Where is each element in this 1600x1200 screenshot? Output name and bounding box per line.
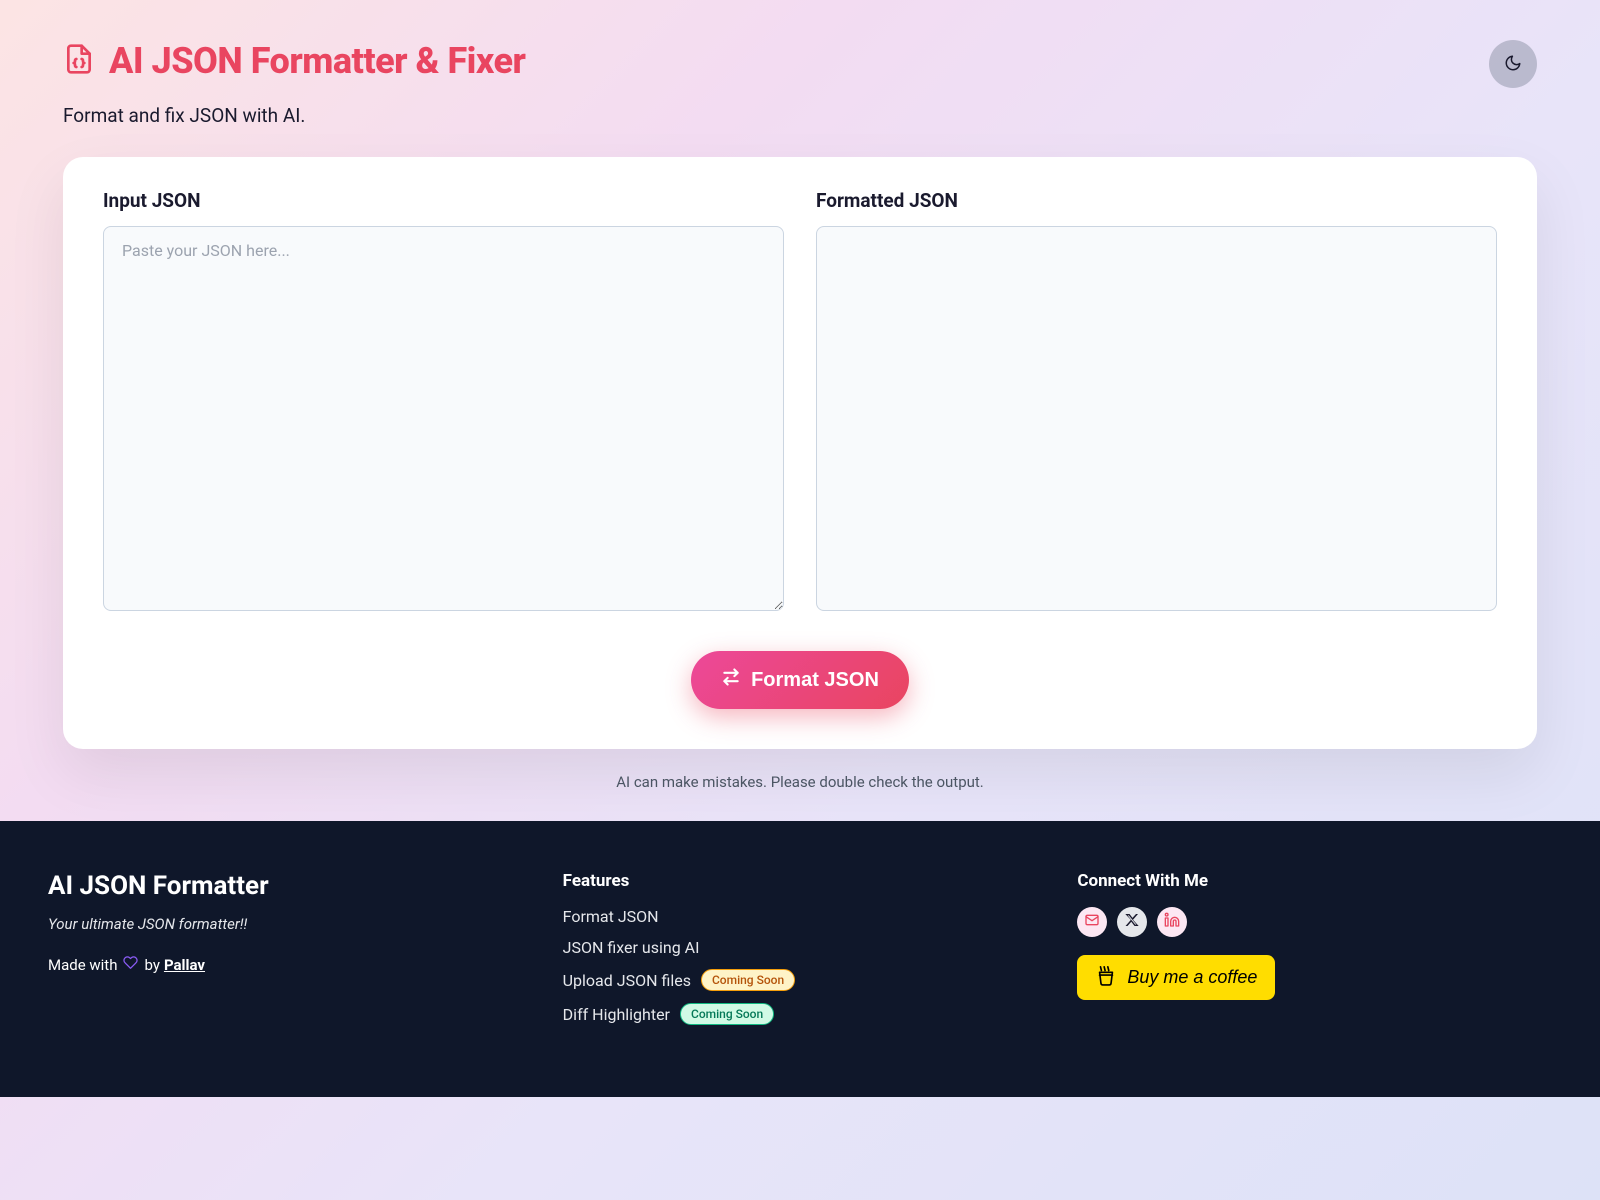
feature-item[interactable]: JSON fixer using AI — [563, 938, 1038, 957]
made-with-line: Made with by Pallav — [48, 955, 523, 974]
made-with-prefix: Made with — [48, 956, 117, 974]
page-title: AI JSON Formatter & Fixer — [109, 40, 525, 82]
feature-item[interactable]: Upload JSON files Coming Soon — [563, 969, 1038, 991]
feature-label: Diff Highlighter — [563, 1005, 670, 1024]
output-json-display — [816, 226, 1497, 611]
disclaimer-text: AI can make mistakes. Please double chec… — [63, 773, 1537, 791]
dark-mode-toggle[interactable] — [1489, 40, 1537, 88]
social-row — [1077, 907, 1552, 937]
heart-icon — [121, 955, 140, 974]
input-json-textarea[interactable] — [103, 226, 784, 611]
footer: AI JSON Formatter Your ultimate JSON for… — [0, 821, 1600, 1097]
header-left: AI JSON Formatter & Fixer Format and fix… — [63, 40, 525, 127]
coming-soon-badge: Coming Soon — [680, 1003, 774, 1025]
output-label: Formatted JSON — [816, 189, 1497, 212]
title-row: AI JSON Formatter & Fixer — [63, 40, 525, 82]
feature-label: Upload JSON files — [563, 971, 691, 990]
input-panel: Input JSON — [103, 189, 784, 611]
feature-item[interactable]: Format JSON — [563, 907, 1038, 926]
x-twitter-link[interactable] — [1117, 907, 1147, 937]
coming-soon-badge: Coming Soon — [701, 969, 795, 991]
coffee-label: Buy me a coffee — [1127, 967, 1257, 988]
format-json-button[interactable]: Format JSON — [691, 651, 909, 709]
footer-features-col: Features Format JSON JSON fixer using AI… — [563, 871, 1038, 1037]
moon-icon — [1504, 54, 1522, 75]
linkedin-icon — [1164, 912, 1180, 932]
footer-brand-col: AI JSON Formatter Your ultimate JSON for… — [48, 871, 523, 1037]
coffee-cup-icon — [1095, 965, 1117, 990]
footer-tagline: Your ultimate JSON formatter!! — [48, 915, 523, 933]
x-icon — [1124, 912, 1140, 932]
footer-brand-title: AI JSON Formatter — [48, 871, 523, 901]
format-button-label: Format JSON — [751, 669, 879, 692]
footer-connect-col: Connect With Me — [1077, 871, 1552, 1037]
output-panel: Formatted JSON — [816, 189, 1497, 611]
author-link[interactable]: Pallav — [164, 956, 205, 974]
mail-icon — [1084, 912, 1100, 932]
made-with-suffix: by — [144, 956, 159, 974]
feature-item[interactable]: Diff Highlighter Coming Soon — [563, 1003, 1038, 1025]
linkedin-link[interactable] — [1157, 907, 1187, 937]
input-label: Input JSON — [103, 189, 784, 212]
header: AI JSON Formatter & Fixer Format and fix… — [63, 40, 1537, 127]
connect-heading: Connect With Me — [1077, 871, 1552, 891]
feature-label: Format JSON — [563, 907, 659, 926]
mail-link[interactable] — [1077, 907, 1107, 937]
page-subtitle: Format and fix JSON with AI. — [63, 104, 525, 127]
format-button-row: Format JSON — [103, 651, 1497, 709]
arrows-exchange-icon — [721, 667, 741, 693]
editor-panels: Input JSON Formatted JSON — [103, 189, 1497, 611]
main-card: Input JSON Formatted JSON Format JSO — [63, 157, 1537, 749]
file-json-icon — [63, 43, 95, 79]
feature-label: JSON fixer using AI — [563, 938, 700, 957]
buy-me-coffee-button[interactable]: Buy me a coffee — [1077, 955, 1275, 1000]
features-heading: Features — [563, 871, 1038, 891]
